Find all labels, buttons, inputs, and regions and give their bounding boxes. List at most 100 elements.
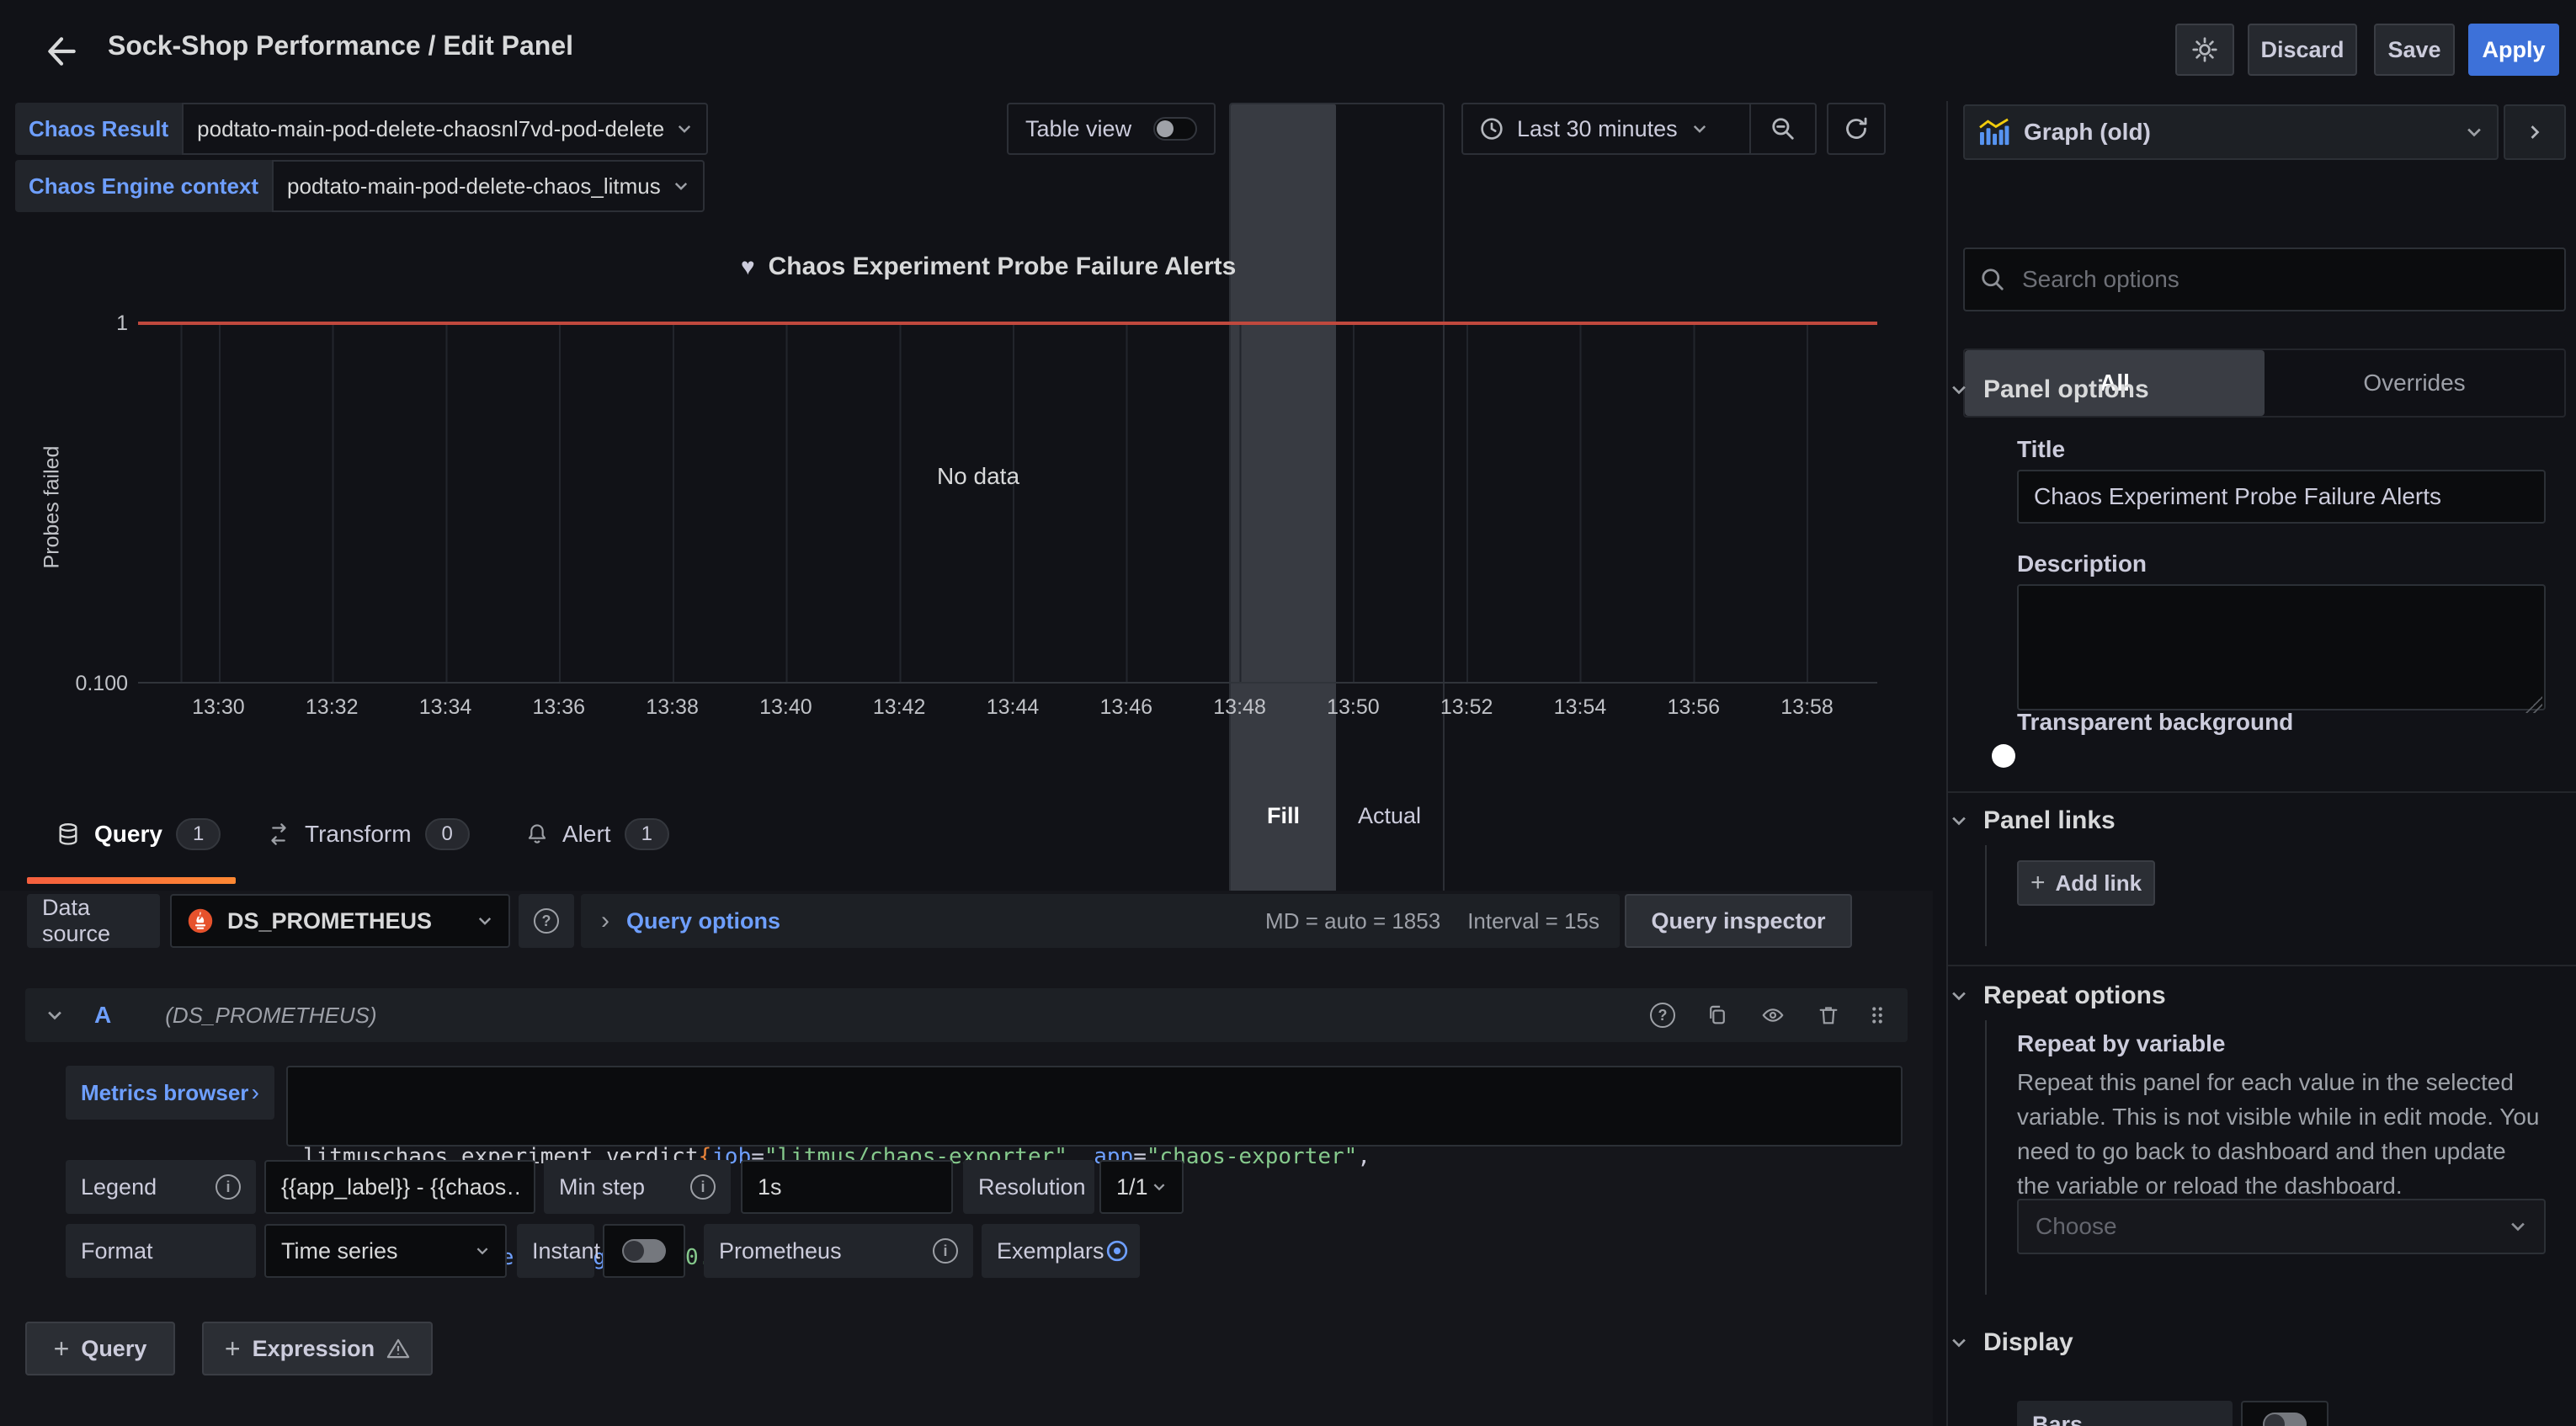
- variable-chaos-engine: Chaos Engine context podtato-main-pod-de…: [15, 160, 705, 212]
- query-row-header[interactable]: A (DS_PROMETHEUS) ?: [25, 988, 1908, 1042]
- time-range-button[interactable]: Last 30 minutes: [1463, 116, 1749, 142]
- apply-button[interactable]: Apply: [2468, 24, 2559, 76]
- instant-toggle-box: [603, 1224, 685, 1278]
- query-options-bar[interactable]: › Query options MD = auto = 1853 Interva…: [581, 894, 1620, 948]
- visualization-picker[interactable]: Graph (old): [1963, 104, 2499, 160]
- x-tick: 13:40: [729, 695, 843, 720]
- tab-overrides[interactable]: Overrides: [2265, 350, 2564, 416]
- trash-icon[interactable]: [1817, 1003, 1840, 1027]
- page-title: Sock-Shop Performance / Edit Panel: [108, 30, 573, 61]
- format-select[interactable]: Time series: [264, 1224, 507, 1278]
- x-tick: 13:32: [275, 695, 389, 720]
- drag-handle-icon[interactable]: [1867, 1003, 1887, 1027]
- plot-area[interactable]: [138, 323, 1877, 684]
- repeat-by-variable-label: Repeat by variable: [2017, 1030, 2225, 1057]
- plus-icon: +: [2030, 869, 2046, 897]
- back-icon[interactable]: [44, 34, 79, 69]
- prometheus-icon: [187, 907, 214, 934]
- tab-query[interactable]: Query 1: [56, 818, 221, 850]
- refresh-icon: [1844, 116, 1869, 141]
- chevron-down-icon: [2509, 1217, 2527, 1236]
- panel-title: ♥ Chaos Experiment Probe Failure Alerts: [741, 253, 1236, 281]
- pane-divider[interactable]: [1946, 101, 1948, 1426]
- section-divider: [1948, 965, 2576, 966]
- panel-description-input[interactable]: [2017, 584, 2546, 710]
- options-search-input[interactable]: [2019, 264, 2549, 295]
- add-expression-button[interactable]: + Expression: [202, 1322, 433, 1375]
- metrics-browser-label: Metrics browser: [81, 1080, 248, 1106]
- database-icon: [56, 821, 81, 848]
- datasource-picker[interactable]: DS_PROMETHEUS: [170, 894, 510, 948]
- chevron-down-icon: [1152, 1179, 1167, 1195]
- visualization-name: Graph (old): [2024, 119, 2451, 146]
- datasource-label: Data source: [27, 894, 160, 948]
- display-header[interactable]: Display: [1950, 1328, 2073, 1357]
- chevron-right-icon: ›: [601, 907, 609, 935]
- panel-links-header[interactable]: Panel links: [1950, 806, 2116, 835]
- repeat-description: Repeat this panel for each value in the …: [2017, 1066, 2542, 1204]
- min-step-input[interactable]: [741, 1160, 953, 1214]
- title-label: Title: [2017, 436, 2065, 463]
- zoom-out-icon: [1770, 116, 1796, 141]
- collapse-options-button[interactable]: [2504, 104, 2566, 160]
- x-tick: 13:52: [1410, 695, 1524, 720]
- section-divider: [1948, 791, 2576, 793]
- legend-input[interactable]: [264, 1160, 535, 1214]
- resolution-select[interactable]: 1/1: [1099, 1160, 1184, 1214]
- variable-value-dropdown[interactable]: podtato-main-pod-delete-chaosnl7vd-pod-d…: [182, 103, 708, 155]
- chevron-down-icon: [475, 1243, 490, 1258]
- zoom-out-button[interactable]: [1751, 104, 1815, 153]
- eye-icon[interactable]: [1759, 1003, 1786, 1027]
- interval-info: Interval = 15s: [1467, 908, 1599, 934]
- panel-options-header[interactable]: Panel options: [1950, 375, 2149, 404]
- variable-value-dropdown[interactable]: podtato-main-pod-delete-chaos_litmus: [272, 160, 705, 212]
- tab-count-badge: 1: [625, 818, 669, 850]
- chevron-down-icon: [1950, 380, 1968, 399]
- tab-transform[interactable]: Transform 0: [266, 818, 470, 850]
- active-tab-indicator: [27, 877, 236, 884]
- promql-query-editor[interactable]: litmuschaos_experiment_verdict{job="litm…: [286, 1066, 1903, 1147]
- x-tick: 13:56: [1637, 695, 1750, 720]
- metrics-browser-button[interactable]: Metrics browser ›: [66, 1066, 274, 1120]
- discard-button[interactable]: Discard: [2248, 24, 2357, 76]
- x-axis-ticks: 13:30 13:32 13:34 13:36 13:38 13:40 13:4…: [162, 695, 1864, 720]
- refresh-button[interactable]: [1827, 103, 1886, 155]
- plus-icon: +: [54, 1333, 70, 1365]
- variable-label[interactable]: Chaos Result: [15, 103, 182, 155]
- query-options-link[interactable]: Query options: [626, 908, 780, 934]
- query-inspector-button[interactable]: Query inspector: [1625, 894, 1852, 948]
- chevron-right-icon: [2525, 123, 2544, 141]
- plus-icon: +: [225, 1333, 241, 1365]
- repeat-options-header[interactable]: Repeat options: [1950, 982, 2166, 1010]
- tab-label: Alert: [562, 821, 611, 848]
- query-ref-id: A: [94, 1002, 111, 1029]
- options-search[interactable]: [1963, 247, 2566, 311]
- tab-alert[interactable]: Alert 1: [525, 818, 669, 850]
- settings-button[interactable]: [2175, 24, 2234, 76]
- datasource-help-button[interactable]: ?: [519, 894, 574, 948]
- add-link-button[interactable]: + Add link: [2017, 860, 2155, 906]
- table-view-toggle[interactable]: [1153, 117, 1197, 141]
- section-indent-line: [1985, 845, 1987, 946]
- section-indent-line: [1985, 1020, 1987, 1295]
- save-button[interactable]: Save: [2374, 24, 2455, 76]
- add-query-button[interactable]: + Query: [25, 1322, 175, 1375]
- exemplars-icon[interactable]: [1104, 1238, 1130, 1264]
- resize-handle[interactable]: [2525, 696, 2542, 713]
- x-tick: 13:34: [389, 695, 503, 720]
- warning-icon: [386, 1338, 410, 1359]
- variable-label[interactable]: Chaos Engine context: [15, 160, 272, 212]
- table-view-label: Table view: [1025, 116, 1131, 142]
- variable-value: podtato-main-pod-delete-chaos_litmus: [287, 173, 661, 200]
- x-tick: 13:50: [1296, 695, 1410, 720]
- repeat-variable-select[interactable]: Choose: [2017, 1199, 2546, 1254]
- panel-title-input[interactable]: [2017, 470, 2546, 524]
- table-view-control: Table view: [1007, 103, 1216, 155]
- duplicate-icon[interactable]: [1706, 1003, 1729, 1027]
- help-icon[interactable]: ?: [1650, 1003, 1675, 1028]
- grafana-edit-panel: Sock-Shop Performance / Edit Panel Disca…: [0, 0, 2576, 1426]
- instant-toggle[interactable]: [622, 1239, 666, 1263]
- tab-count-badge: 1: [176, 818, 221, 850]
- bars-toggle[interactable]: [2263, 1413, 2307, 1426]
- graph-chart-icon: [1978, 118, 2010, 146]
